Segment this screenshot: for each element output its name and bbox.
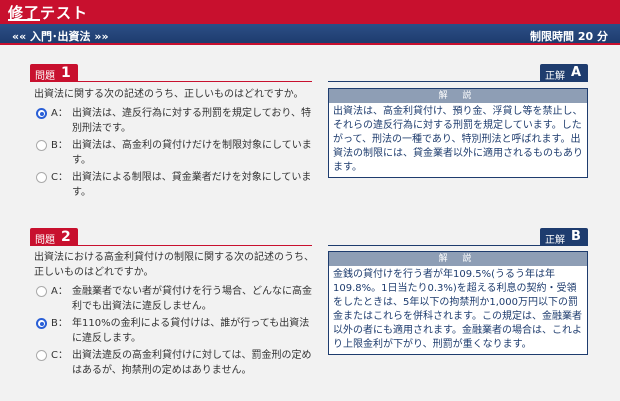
question-number: 2 xyxy=(61,229,71,245)
choice-text: 出資法による制限は、貸金業者だけを対象にしています。 xyxy=(72,172,312,198)
question-2-choice-c[interactable]: C： 出資法違反の高金利貸付けに対しては、罰金刑の定めはあるが、拘禁刑の定めはあ… xyxy=(36,348,314,378)
explanation-2-box: 解 説 金銭の貸付けを行う者が年109.5%(うるう年は年109.8%。1日当た… xyxy=(328,251,588,355)
choice-letter: C： xyxy=(51,350,68,361)
question-1-choice-b[interactable]: B： 出資法は、高金利の貸付けだけを制限対象にしています。 xyxy=(36,138,314,168)
choice-text: 年110%の金利による貸付けは、誰が行っても出資法に違反します。 xyxy=(72,318,310,344)
answer-1-header: 正解 A xyxy=(328,64,588,82)
choice-letter: B： xyxy=(51,318,68,329)
question-2-header: 問題 2 xyxy=(30,228,312,246)
question-2-choice-b[interactable]: B： 年110%の金利による貸付けは、誰が行っても出資法に違反します。 xyxy=(36,316,314,346)
explanation-text: 出資法は、高金利貸付け、預り金、浮貸し等を禁止し、それらの違反行為に対する刑罰を… xyxy=(333,106,583,173)
answer-label: 正解 xyxy=(545,235,565,246)
question-1-text: 出資法に関する次の記述のうち、正しいものはどれですか。 xyxy=(34,89,304,100)
question-1-header: 問題 1 xyxy=(30,64,312,82)
explanation-1-box: 解 説 出資法は、高金利貸付け、預り金、浮貸し等を禁止し、それらの違反行為に対す… xyxy=(328,88,588,178)
choice-text: 出資法違反の高金利貸付けに対しては、罰金刑の定めはあるが、拘禁刑の定めはありませ… xyxy=(72,350,312,376)
choice-letter: A： xyxy=(51,108,68,119)
time-limit: 制限時間 20 分 xyxy=(530,30,608,43)
nav-bar: «« 入門･出資法 »» 制限時間 20 分 xyxy=(0,24,620,45)
title-bar: 修了テスト xyxy=(0,0,620,24)
answer-label: 正解 xyxy=(545,71,565,82)
question-1-tab: 問題 1 xyxy=(30,64,78,82)
explanation-text: 金銭の貸付けを行う者が年109.5%(うるう年は年109.8%。1日当たり0.3… xyxy=(333,269,582,350)
radio-button-selected[interactable] xyxy=(36,318,47,329)
radio-button[interactable] xyxy=(36,350,47,361)
breadcrumb: «« 入門･出資法 »» xyxy=(12,30,109,43)
answer-value: B xyxy=(571,229,581,244)
question-number: 1 xyxy=(61,65,71,81)
app-title-suffix: テスト xyxy=(40,4,89,22)
answer-2-header: 正解 B xyxy=(328,228,588,246)
question-2-text: 出資法における高金利貸付けの制限に関する次の記述のうち、正しいものはどれですか。 xyxy=(34,252,314,278)
radio-button-selected[interactable] xyxy=(36,108,47,119)
choice-text: 出資法は、高金利の貸付けだけを制限対象にしています。 xyxy=(72,140,312,166)
app-title-prefix: 修了 xyxy=(8,4,41,22)
answer-value: A xyxy=(571,65,582,80)
question-1-choice-c[interactable]: C： 出資法による制限は、貸金業者だけを対象にしています。 xyxy=(36,170,314,200)
choice-text: 金融業者でない者が貸付けを行う場合、どんなに高金利でも出資法に違反しません。 xyxy=(72,286,312,312)
question-label: 問題 xyxy=(35,235,55,246)
radio-button[interactable] xyxy=(36,140,47,151)
radio-button[interactable] xyxy=(36,172,47,183)
explanation-title: 解 説 xyxy=(329,89,587,103)
radio-button[interactable] xyxy=(36,286,47,297)
question-2-tab: 問題 2 xyxy=(30,228,78,246)
choice-letter: C： xyxy=(51,172,68,183)
answer-2-tab: 正解 B xyxy=(540,228,588,246)
question-label: 問題 xyxy=(35,71,55,82)
app-title: 修了テスト xyxy=(8,2,88,23)
choice-text: 出資法は、違反行為に対する刑罰を規定しており、特別刑法です。 xyxy=(72,108,311,134)
question-2-choice-a[interactable]: A： 金融業者でない者が貸付けを行う場合、どんなに高金利でも出資法に違反しません… xyxy=(36,284,314,314)
explanation-title: 解 説 xyxy=(329,252,587,266)
choice-letter: A： xyxy=(51,286,68,297)
choice-letter: B： xyxy=(51,140,68,151)
answer-1-tab: 正解 A xyxy=(540,64,588,82)
question-1-choice-a[interactable]: A： 出資法は、違反行為に対する刑罰を規定しており、特別刑法です。 xyxy=(36,106,314,136)
